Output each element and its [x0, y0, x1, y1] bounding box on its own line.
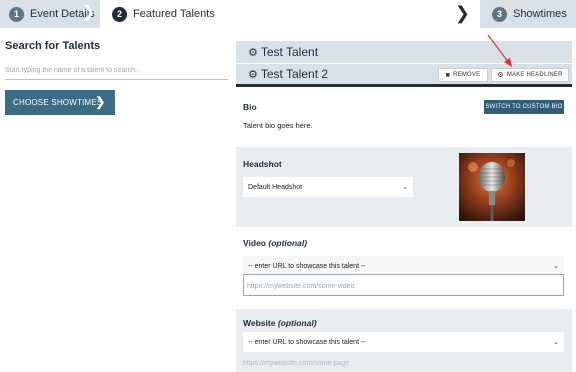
- chevron-right-icon[interactable]: ❯: [455, 4, 470, 22]
- choose-showtimes-label: CHOOSE SHOWTIMES: [13, 98, 103, 107]
- microphone-icon: [459, 153, 525, 221]
- bio-text: Talent bio goes here.: [243, 121, 313, 130]
- video-select-value: -- enter URL to showcase this talent --: [248, 262, 366, 270]
- chevron-right-icon: ❯: [94, 94, 106, 109]
- website-label-text: Website: [243, 318, 276, 328]
- bug-icon: ⚙: [248, 46, 258, 59]
- headshot-image: [459, 153, 525, 221]
- website-label: Website (optional): [243, 318, 317, 328]
- talent-search-input[interactable]: [5, 60, 228, 80]
- headshot-label: Headshot: [243, 159, 282, 169]
- remove-button[interactable]: ■ REMOVE: [438, 68, 488, 82]
- make-headliner-button[interactable]: ⚙ MAKE HEADLINER: [491, 68, 569, 82]
- talent-row-selected[interactable]: ⚙ Test Talent 2 ■ REMOVE ⚙ MAKE HEADLINE…: [236, 64, 572, 87]
- make-headliner-label: MAKE HEADLINER: [506, 72, 563, 78]
- step-featured-talents[interactable]: 2 Featured Talents ❯: [100, 0, 480, 28]
- step-number: 1: [9, 6, 24, 22]
- step-label: Featured Talents: [133, 8, 215, 20]
- talent-name: Test Talent: [260, 45, 319, 59]
- bio-label: Bio: [243, 102, 257, 112]
- headshot-select[interactable]: Default Headshot ⌄: [243, 177, 413, 197]
- headshot-section: Headshot Default Headshot ⌄: [236, 147, 572, 227]
- wizard-stepper: 1 Event Details ❯ 2 Featured Talents ❯ 3…: [0, 0, 576, 28]
- website-select-value: -- enter URL to showcase this talent --: [248, 338, 366, 346]
- trash-icon: ■: [445, 71, 451, 79]
- step-showtimes[interactable]: 3 Showtimes: [480, 0, 576, 28]
- video-label: Video (optional): [243, 238, 307, 248]
- search-title: Search for Talents: [5, 40, 101, 52]
- optional-label: (optional): [268, 238, 308, 248]
- website-url-hint: https://mywebsite.com/some-page: [243, 360, 350, 367]
- headshot-select-value: Default Headshot: [248, 183, 303, 191]
- step-label: Showtimes: [513, 8, 567, 20]
- step-number: 3: [492, 6, 507, 22]
- switch-to-custom-bio-button[interactable]: SWITCH TO CUSTOM BIO: [484, 100, 564, 114]
- video-url-input[interactable]: [243, 274, 564, 296]
- choose-showtimes-button[interactable]: CHOOSE SHOWTIMES ❯: [5, 90, 115, 115]
- optional-label: (optional): [277, 318, 317, 328]
- talent-name: Test Talent 2: [260, 67, 329, 81]
- video-url-select[interactable]: -- enter URL to showcase this talent -- …: [243, 256, 564, 276]
- chevron-down-icon: ⌄: [553, 339, 559, 346]
- website-section: Website (optional) -- enter URL to showc…: [236, 309, 572, 372]
- step-number: 2: [112, 6, 127, 22]
- bug-icon: ⚙: [497, 72, 504, 79]
- bug-icon: ⚙: [248, 68, 258, 81]
- talent-panel: ⚙ Test Talent ⚙ Test Talent 2 ■ REMOVE ⚙…: [236, 41, 572, 372]
- video-label-text: Video: [243, 238, 266, 248]
- video-section: Video (optional) -- enter URL to showcas…: [236, 227, 572, 315]
- step-event-details[interactable]: 1 Event Details ❯: [0, 0, 100, 28]
- chevron-right-icon: ❯: [82, 4, 96, 21]
- chevron-down-icon: ⌄: [553, 263, 559, 270]
- remove-label: REMOVE: [453, 72, 481, 78]
- website-url-select[interactable]: -- enter URL to showcase this talent -- …: [243, 332, 564, 352]
- talent-row[interactable]: ⚙ Test Talent: [236, 41, 572, 64]
- chevron-down-icon: ⌄: [402, 184, 408, 191]
